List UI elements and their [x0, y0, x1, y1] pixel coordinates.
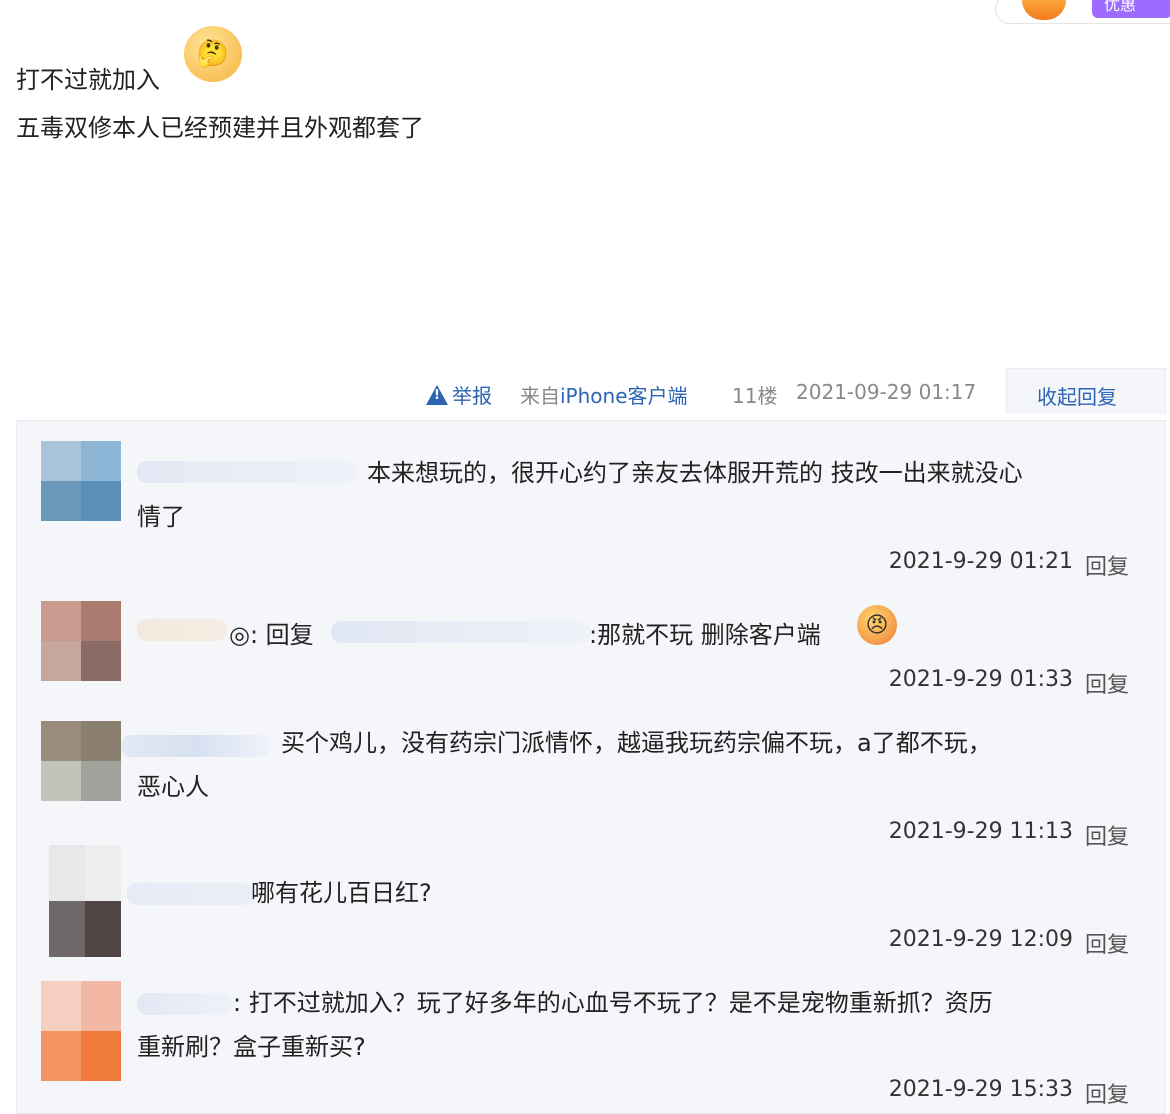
avatar[interactable] — [41, 981, 121, 1081]
avatar[interactable] — [41, 601, 121, 681]
reply-text-continued: 重新刷？盒子重新买? — [137, 1033, 366, 1061]
reply-timestamp: 2021-9-29 12:09 — [888, 927, 1073, 952]
username-blurred[interactable] — [127, 883, 253, 905]
reply-timestamp: 2021-9-29 01:33 — [888, 667, 1073, 692]
reply-text: 买个鸡儿，没有药宗门派情怀，越逼我玩药宗偏不玩，a了都不玩， — [281, 729, 992, 757]
reply-button[interactable]: 回复 — [1085, 667, 1129, 699]
reply-button[interactable]: 回复 — [1085, 819, 1129, 851]
floor-number: 11楼 — [732, 384, 778, 408]
reply-button[interactable]: 回复 — [1085, 927, 1129, 959]
vip-badge[interactable]: 优惠 — [1092, 0, 1170, 18]
reply-timestamp: 2021-9-29 15:33 — [888, 1077, 1073, 1102]
source-client-link[interactable]: iPhone客户端 — [560, 384, 688, 408]
reply-meta: 2021-9-29 01:21 回复 — [889, 549, 1129, 581]
source-prefix: 来自 — [520, 384, 560, 408]
reply-list: 本来想玩的，很开心约了亲友去体服开荒的 技改一出来就没心 情了 2021-9-2… — [16, 420, 1166, 1114]
reply-button[interactable]: 回复 — [1085, 549, 1129, 581]
reply-target-blurred[interactable] — [331, 621, 591, 643]
post-timestamp: 2021-09-29 01:17 — [796, 380, 977, 404]
warning-icon — [426, 384, 448, 405]
reply-text: 本来想玩的，很开心约了亲友去体服开荒的 技改一出来就没心 — [367, 459, 1023, 487]
reply-text: 哪有花儿百日红? — [251, 879, 432, 907]
username-blurred[interactable] — [137, 461, 357, 483]
reply-timestamp: 2021-9-29 01:21 — [888, 549, 1073, 574]
angry-face-icon: 😠 — [857, 605, 897, 645]
report-link[interactable]: 举报 — [426, 380, 492, 409]
username-blurred[interactable] — [137, 619, 227, 641]
username-blurred[interactable] — [137, 993, 233, 1015]
reply-timestamp: 2021-9-29 11:13 — [888, 819, 1073, 844]
post-text-line-2: 五毒双修本人已经预建并且外观都套了 — [16, 114, 424, 142]
reply-text: : 打不过就加入？玩了好多年的心血号不玩了？是不是宠物重新抓？资历 — [233, 989, 993, 1017]
username-blurred[interactable] — [121, 735, 271, 757]
reply-text-continued: 情了 — [137, 503, 185, 531]
reply-meta: 2021-9-29 15:33 回复 — [889, 1077, 1129, 1109]
avatar[interactable] — [41, 441, 121, 521]
post-text-line-1: 打不过就加入 — [16, 66, 160, 94]
reply-meta: 2021-9-29 11:13 回复 — [889, 819, 1129, 851]
report-label: 举报 — [452, 384, 492, 408]
avatar[interactable] — [49, 845, 121, 957]
reply-meta: 2021-9-29 01:33 回复 — [889, 667, 1129, 699]
reply-text-continued: 恶心人 — [137, 773, 209, 801]
avatar[interactable] — [41, 721, 121, 801]
reply-button[interactable]: 回复 — [1085, 1077, 1129, 1109]
reply-meta: 2021-9-29 12:09 回复 — [889, 927, 1129, 959]
post-source: 来自iPhone客户端 — [520, 380, 688, 409]
thinking-face-icon: 🤔 — [184, 26, 242, 82]
collapse-replies-button[interactable]: 收起回复 — [1006, 368, 1166, 414]
post-meta-bar: 举报 来自iPhone客户端 11楼 2021-09-29 01:17 收起回复 — [0, 368, 1170, 414]
reply-text: :那就不玩 删除客户端 — [589, 621, 821, 649]
reply-prefix: ◎: 回复 — [229, 621, 314, 649]
